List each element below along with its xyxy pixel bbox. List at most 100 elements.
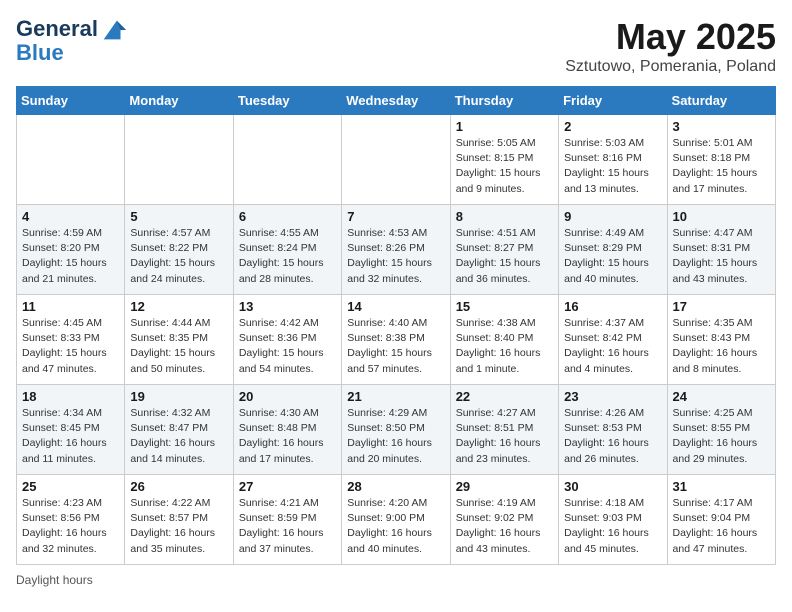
weekday-header-saturday: Saturday (667, 87, 775, 115)
calendar-cell: 14 Sunrise: 4:40 AM Sunset: 8:38 PM Dayli… (342, 295, 450, 385)
day-number: 30 (564, 479, 661, 494)
day-info: Sunrise: 4:40 AM Sunset: 8:38 PM Dayligh… (347, 316, 444, 377)
calendar-cell: 25 Sunrise: 4:23 AM Sunset: 8:56 PM Dayli… (17, 475, 125, 565)
calendar-cell: 22 Sunrise: 4:27 AM Sunset: 8:51 PM Dayli… (450, 385, 558, 475)
weekday-header-wednesday: Wednesday (342, 87, 450, 115)
day-number: 13 (239, 299, 336, 314)
calendar-cell (125, 115, 233, 205)
day-number: 12 (130, 299, 227, 314)
weekday-header-monday: Monday (125, 87, 233, 115)
day-number: 7 (347, 209, 444, 224)
footer: Daylight hours (16, 573, 776, 587)
day-number: 8 (456, 209, 553, 224)
day-number: 11 (22, 299, 119, 314)
calendar-cell: 13Sunrise: 4:42 AM Sunset: 8:36 PM Dayli… (233, 295, 341, 385)
logo-icon (100, 16, 128, 44)
calendar-cell: 30 Sunrise: 4:18 AM Sunset: 9:03 PM Dayli… (559, 475, 667, 565)
day-info: Sunrise: 4:29 AM Sunset: 8:50 PM Dayligh… (347, 406, 444, 467)
calendar-cell: 6 Sunrise: 4:55 AM Sunset: 8:24 PM Daylig… (233, 205, 341, 295)
logo-text: General Blue (16, 16, 128, 66)
weekday-header-friday: Friday (559, 87, 667, 115)
week-row-3: 11 Sunrise: 4:45 AM Sunset: 8:33 PM Dayli… (17, 295, 776, 385)
day-info: Sunrise: 4:37 AM Sunset: 8:42 PM Dayligh… (564, 316, 661, 377)
day-number: 22 (456, 389, 553, 404)
day-number: 4 (22, 209, 119, 224)
calendar-cell: 1 Sunrise: 5:05 AM Sunset: 8:15 PM Daylig… (450, 115, 558, 205)
title-area: May 2025 Sztutowo, Pomerania, Poland (565, 16, 776, 76)
day-number: 20 (239, 389, 336, 404)
week-row-5: 25 Sunrise: 4:23 AM Sunset: 8:56 PM Dayli… (17, 475, 776, 565)
day-info: Sunrise: 4:27 AM Sunset: 8:51 PM Dayligh… (456, 406, 553, 467)
calendar-cell: 2Sunrise: 5:03 AM Sunset: 8:16 PM Daylig… (559, 115, 667, 205)
day-info: Sunrise: 4:21 AM Sunset: 8:59 PM Dayligh… (239, 496, 336, 557)
day-info: Sunrise: 5:05 AM Sunset: 8:15 PM Dayligh… (456, 136, 553, 197)
day-info: Sunrise: 4:26 AM Sunset: 8:53 PM Dayligh… (564, 406, 661, 467)
day-number: 3 (673, 119, 770, 134)
day-info: Sunrise: 4:55 AM Sunset: 8:24 PM Dayligh… (239, 226, 336, 287)
calendar-cell: 27 Sunrise: 4:21 AM Sunset: 8:59 PM Dayli… (233, 475, 341, 565)
day-info: Sunrise: 4:44 AM Sunset: 8:35 PM Dayligh… (130, 316, 227, 377)
day-number: 9 (564, 209, 661, 224)
calendar-cell (342, 115, 450, 205)
day-info: Sunrise: 4:59 AM Sunset: 8:20 PM Dayligh… (22, 226, 119, 287)
day-number: 23 (564, 389, 661, 404)
footer-label: Daylight hours (16, 573, 93, 587)
day-info: Sunrise: 5:01 AM Sunset: 8:18 PM Dayligh… (673, 136, 770, 197)
day-number: 17 (673, 299, 770, 314)
day-number: 14 (347, 299, 444, 314)
day-number: 31 (673, 479, 770, 494)
day-info: Sunrise: 4:45 AM Sunset: 8:33 PM Dayligh… (22, 316, 119, 377)
day-number: 16 (564, 299, 661, 314)
day-info: Sunrise: 4:23 AM Sunset: 8:56 PM Dayligh… (22, 496, 119, 557)
calendar-cell: 18 Sunrise: 4:34 AM Sunset: 8:45 PM Dayli… (17, 385, 125, 475)
calendar-cell: 15Sunrise: 4:38 AM Sunset: 8:40 PM Dayli… (450, 295, 558, 385)
calendar-cell: 5 Sunrise: 4:57 AM Sunset: 8:22 PM Daylig… (125, 205, 233, 295)
day-info: Sunrise: 4:57 AM Sunset: 8:22 PM Dayligh… (130, 226, 227, 287)
calendar-cell: 24Sunrise: 4:25 AM Sunset: 8:55 PM Dayli… (667, 385, 775, 475)
calendar-cell (17, 115, 125, 205)
day-info: Sunrise: 4:51 AM Sunset: 8:27 PM Dayligh… (456, 226, 553, 287)
weekday-header-row: SundayMondayTuesdayWednesdayThursdayFrid… (17, 87, 776, 115)
calendar-cell: 10Sunrise: 4:47 AM Sunset: 8:31 PM Dayli… (667, 205, 775, 295)
day-info: Sunrise: 4:17 AM Sunset: 9:04 PM Dayligh… (673, 496, 770, 557)
day-info: Sunrise: 4:32 AM Sunset: 8:47 PM Dayligh… (130, 406, 227, 467)
week-row-2: 4 Sunrise: 4:59 AM Sunset: 8:20 PM Daylig… (17, 205, 776, 295)
location-title: Sztutowo, Pomerania, Poland (565, 58, 776, 76)
day-number: 21 (347, 389, 444, 404)
day-number: 5 (130, 209, 227, 224)
weekday-header-tuesday: Tuesday (233, 87, 341, 115)
logo: General Blue (16, 16, 128, 66)
week-row-4: 18 Sunrise: 4:34 AM Sunset: 8:45 PM Dayli… (17, 385, 776, 475)
day-number: 26 (130, 479, 227, 494)
day-info: Sunrise: 4:20 AM Sunset: 9:00 PM Dayligh… (347, 496, 444, 557)
calendar-cell: 9Sunrise: 4:49 AM Sunset: 8:29 PM Daylig… (559, 205, 667, 295)
calendar-cell: 28 Sunrise: 4:20 AM Sunset: 9:00 PM Dayli… (342, 475, 450, 565)
calendar-cell: 31 Sunrise: 4:17 AM Sunset: 9:04 PM Dayli… (667, 475, 775, 565)
calendar-cell: 16 Sunrise: 4:37 AM Sunset: 8:42 PM Dayli… (559, 295, 667, 385)
day-number: 19 (130, 389, 227, 404)
day-info: Sunrise: 4:18 AM Sunset: 9:03 PM Dayligh… (564, 496, 661, 557)
day-number: 25 (22, 479, 119, 494)
weekday-header-sunday: Sunday (17, 87, 125, 115)
calendar-table: SundayMondayTuesdayWednesdayThursdayFrid… (16, 86, 776, 565)
calendar-cell: 7Sunrise: 4:53 AM Sunset: 8:26 PM Daylig… (342, 205, 450, 295)
day-info: Sunrise: 4:25 AM Sunset: 8:55 PM Dayligh… (673, 406, 770, 467)
day-number: 28 (347, 479, 444, 494)
calendar-cell: 4 Sunrise: 4:59 AM Sunset: 8:20 PM Daylig… (17, 205, 125, 295)
day-info: Sunrise: 4:34 AM Sunset: 8:45 PM Dayligh… (22, 406, 119, 467)
week-row-1: 1 Sunrise: 5:05 AM Sunset: 8:15 PM Daylig… (17, 115, 776, 205)
calendar-cell: 20Sunrise: 4:30 AM Sunset: 8:48 PM Dayli… (233, 385, 341, 475)
day-number: 27 (239, 479, 336, 494)
day-number: 29 (456, 479, 553, 494)
day-number: 18 (22, 389, 119, 404)
day-number: 6 (239, 209, 336, 224)
page-header: General Blue May 2025 Sztutowo, Pomerani… (16, 16, 776, 76)
day-info: Sunrise: 5:03 AM Sunset: 8:16 PM Dayligh… (564, 136, 661, 197)
day-info: Sunrise: 4:22 AM Sunset: 8:57 PM Dayligh… (130, 496, 227, 557)
month-title: May 2025 (565, 16, 776, 58)
day-info: Sunrise: 4:35 AM Sunset: 8:43 PM Dayligh… (673, 316, 770, 377)
day-number: 1 (456, 119, 553, 134)
calendar-cell: 17 Sunrise: 4:35 AM Sunset: 8:43 PM Dayli… (667, 295, 775, 385)
calendar-cell: 8 Sunrise: 4:51 AM Sunset: 8:27 PM Daylig… (450, 205, 558, 295)
day-info: Sunrise: 4:47 AM Sunset: 8:31 PM Dayligh… (673, 226, 770, 287)
